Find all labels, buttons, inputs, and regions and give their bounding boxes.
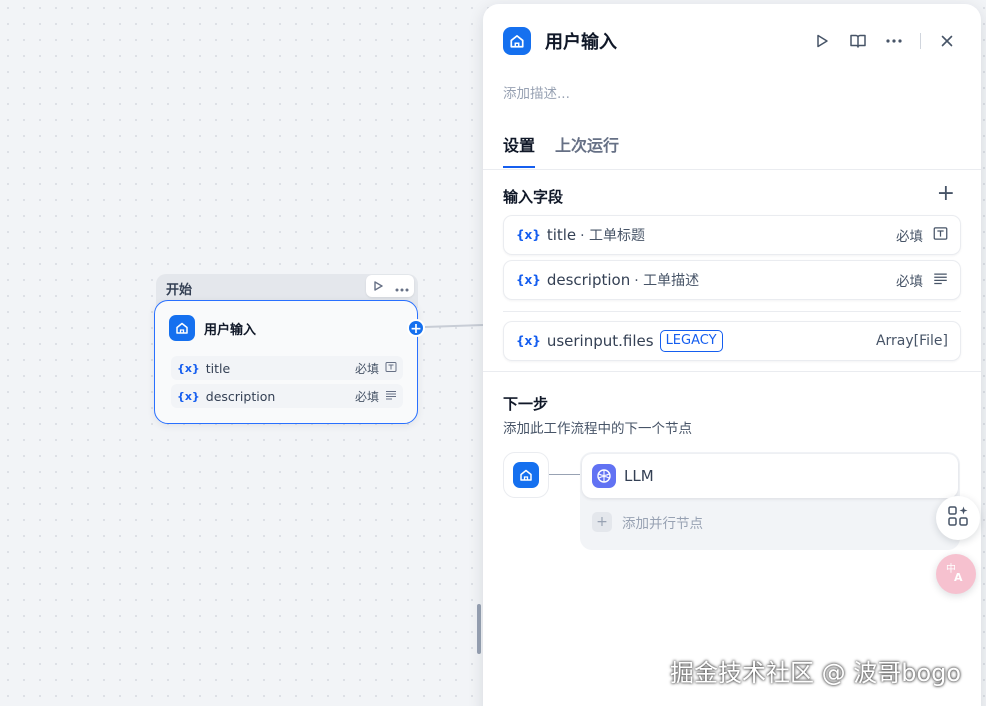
field-name: title [546,226,577,244]
more-options-icon[interactable] [395,277,409,296]
node-var-title: {x} title 必填 [171,356,403,380]
tab-last-run[interactable]: 上次运行 [555,132,619,168]
next-step-title: 下一步 [503,395,549,413]
variable-icon: {x} [516,334,541,348]
run-icon[interactable] [812,31,832,51]
canvas-scrollbar[interactable] [477,604,481,654]
node-config-panel: 用户输入 添加描述... 设置 上次运行 输入字段 + {x} title · … [483,4,981,706]
llm-icon [592,464,616,488]
fields-divider [503,311,961,312]
add-parallel-node-button[interactable]: + 添加并行节点 [592,512,703,532]
home-icon [169,315,195,341]
grid-apps-button[interactable] [936,496,980,540]
description-input[interactable]: 添加描述... [503,82,570,102]
paragraph-icon [933,271,948,290]
section-divider [483,371,981,372]
node-title: 用户输入 [204,322,257,338]
required-label: 必填 [896,229,923,245]
next-step-subtitle: 添加此工作流程中的下一个节点 [503,421,692,437]
legacy-badge: LEGACY [659,330,723,352]
node-edge [424,323,484,329]
var-name: title [205,360,231,376]
input-fields-title: 输入字段 [503,188,564,206]
variable-icon: {x} [516,273,541,287]
field-name: userinput.files [546,332,654,350]
next-node-llm[interactable]: LLM [582,454,958,498]
home-icon [503,27,531,55]
book-icon[interactable] [848,31,868,51]
grid-sparkle-icon [947,505,969,531]
watermark-text: 掘金技术社区 @ 波哥bogo [670,659,962,687]
var-name: description [205,388,276,404]
text-input-icon [933,226,948,245]
field-description[interactable]: {x} description · 工单描述 必填 [503,260,961,300]
required-label: 必填 [354,389,379,404]
add-parallel-label: 添加并行节点 [622,516,703,532]
home-icon [513,462,539,488]
close-icon[interactable] [937,31,957,51]
translate-icon: 中A [945,561,967,587]
field-userinput-files[interactable]: {x} userinput.files LEGACY Array[File] [503,321,961,361]
field-description: · 工单标题 [580,228,646,244]
required-label: 必填 [354,361,379,376]
node-action-bar [366,275,414,297]
text-input-icon [385,361,397,376]
current-node-chip [503,452,549,498]
svg-text:A: A [954,571,963,583]
run-node-icon[interactable] [372,277,384,296]
add-field-button[interactable]: + [937,183,955,205]
user-input-node[interactable]: 用户输入 {x} title 必填 {x} description 必填 [154,300,418,424]
required-label: 必填 [896,274,923,290]
variable-icon: {x} [516,228,541,242]
field-type: Array[File] [875,333,948,349]
translate-button[interactable]: 中A [936,554,976,594]
toolbar-divider [920,33,921,49]
field-description: · 工单描述 [634,273,700,289]
tab-settings[interactable]: 设置 [503,132,536,168]
plus-icon: + [592,512,612,532]
next-nodes-box: LLM + 添加并行节点 [580,452,960,550]
tabs-divider [483,169,981,170]
next-connector [549,474,581,475]
panel-title[interactable]: 用户输入 [545,28,617,54]
field-title[interactable]: {x} title · 工单标题 必填 [503,215,961,255]
more-options-icon[interactable] [884,31,904,51]
paragraph-icon [385,389,397,404]
variable-icon: {x} [177,361,200,375]
add-next-node-button[interactable]: + [407,319,425,337]
variable-icon: {x} [177,389,200,403]
field-name: description [546,271,631,289]
panel-tabs: 设置 上次运行 [503,132,619,168]
next-node-name: LLM [624,467,654,485]
node-var-description: {x} description 必填 [171,384,403,408]
